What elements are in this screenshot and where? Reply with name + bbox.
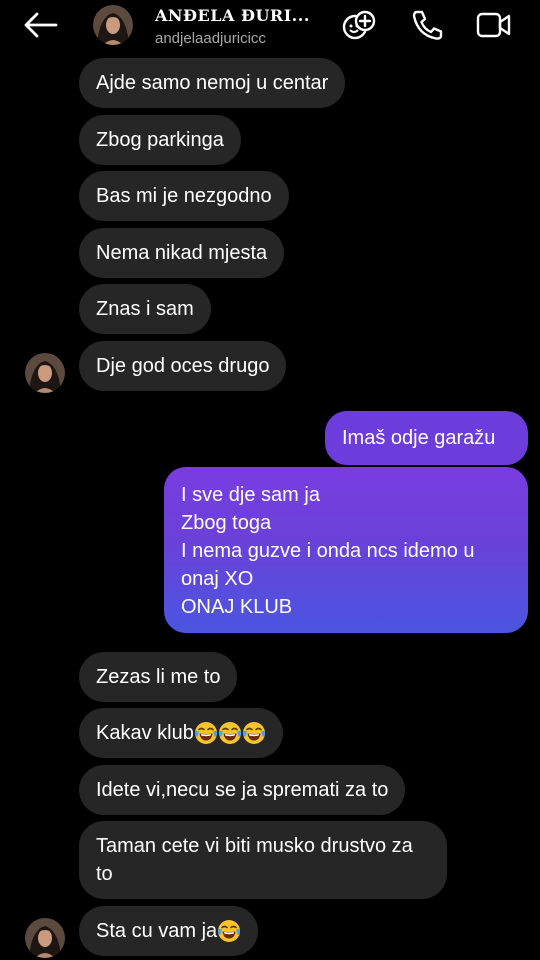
sent-message[interactable]: Imaš odje garažu	[325, 411, 528, 465]
sent-message-line: Zbog toga	[181, 512, 272, 534]
header-avatar[interactable]	[93, 5, 133, 45]
face-with-tears-of-joy-icon	[217, 919, 241, 943]
received-message[interactable]: Taman cete vi biti musko drustvo za to	[79, 821, 447, 899]
received-message[interactable]: Kakav klub	[79, 708, 283, 758]
received-message[interactable]: Znas i sam	[79, 284, 211, 334]
face-with-tears-of-joy-icon	[218, 721, 242, 745]
message-text: Sta cu vam ja	[96, 920, 218, 942]
received-message[interactable]: Sta cu vam ja	[79, 906, 259, 956]
sent-message-line: I nema guzve i onda ncs idemo u	[181, 540, 475, 562]
contact-name[interactable]: ANĐELA ĐURI...	[155, 6, 310, 25]
sender-avatar[interactable]	[25, 353, 65, 393]
video-camera-icon[interactable]	[476, 9, 512, 41]
sender-avatar[interactable]	[25, 918, 65, 958]
received-message[interactable]: Zezas li me to	[79, 652, 238, 702]
received-message[interactable]: Bas mi je nezgodno	[79, 171, 289, 221]
face-plus-icon[interactable]	[341, 9, 377, 41]
received-message[interactable]: Nema nikad mjesta	[79, 228, 285, 278]
back-arrow-icon[interactable]	[22, 10, 58, 40]
received-message[interactable]: Dje god oces drugo	[79, 341, 287, 391]
phone-icon[interactable]	[410, 9, 446, 41]
contact-handle[interactable]: andjelaadjuricicc	[155, 30, 266, 47]
message-text: Kakav klub	[96, 722, 194, 744]
sent-message-line: ONAJ KLUB	[181, 596, 293, 618]
chat-header: ANĐELA ĐURI... andjelaadjuricicc	[0, 0, 540, 52]
face-with-tears-of-joy-icon	[242, 721, 266, 745]
received-message[interactable]: Idete vi,necu se ja spremati za to	[79, 765, 406, 815]
sent-message-line: I sve dje sam ja	[181, 484, 320, 506]
face-with-tears-of-joy-icon	[194, 721, 218, 745]
received-message[interactable]: Ajde samo nemoj u centar	[79, 58, 346, 108]
sent-message[interactable]: I sve dje sam ja Zbog toga I nema guzve …	[164, 467, 528, 633]
received-message[interactable]: Zbog parkinga	[79, 115, 241, 165]
sent-message-line: onaj XO	[181, 568, 254, 590]
